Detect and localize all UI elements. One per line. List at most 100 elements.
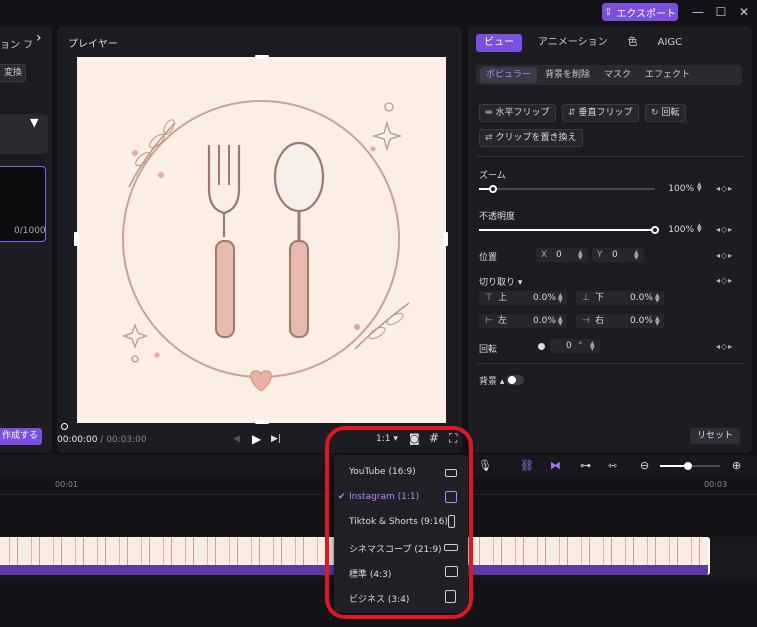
rotate-icon: ↻ xyxy=(651,108,659,118)
subtab-mask[interactable]: マスク xyxy=(598,67,637,83)
flip-horizontal-button[interactable]: ⇹ 水平フリップ xyxy=(479,104,556,122)
resize-handle-left[interactable] xyxy=(74,232,79,246)
opacity-label: 不透明度 xyxy=(479,212,516,222)
tick-label: 00:01 xyxy=(55,480,79,489)
crop-left-icon: ⊢ xyxy=(485,316,493,326)
opacity-slider[interactable] xyxy=(479,226,659,234)
chevron-right-icon[interactable]: › xyxy=(36,30,42,46)
fullscreen-icon[interactable]: ⛶ xyxy=(449,431,457,446)
subtab-remove-bg[interactable]: 背景を削除 xyxy=(539,67,596,83)
inspector-tabs: ビュー アニメーション 色 AIGC xyxy=(476,34,690,52)
crop-top-field[interactable]: ⊤ 上 0.0% ▲ ▼ xyxy=(479,291,567,305)
ratio-option-standard[interactable]: 標準 (4:3) xyxy=(334,560,468,585)
ratio-option-instagram[interactable]: ✔ Instagram (1:1) xyxy=(334,485,468,510)
magnet-icon[interactable]: ⧓ xyxy=(550,459,561,472)
minimize-icon[interactable]: — xyxy=(690,4,706,20)
player-panel: プレイヤー 00:00:00 / 00:03:00 ◀ ▶ ▶| 1:1 ▾ ◙… xyxy=(57,26,462,453)
export-label: エクスポート xyxy=(616,8,677,20)
rotation-dial-icon[interactable] xyxy=(538,343,545,350)
crop-label[interactable]: 切り取り ▾ xyxy=(479,275,522,288)
close-icon[interactable]: ✕ xyxy=(736,4,752,20)
play-icon[interactable]: ▶ xyxy=(252,432,261,446)
plate-illustration xyxy=(122,100,410,392)
inspector-subtabs: ポピュラー 背景を削除 マスク エフェクト xyxy=(476,65,742,85)
subtab-effect[interactable]: エフェクト xyxy=(639,67,696,83)
crop-right-field[interactable]: ⊣ 右 0.0% ▲ ▼ xyxy=(576,314,664,328)
subtab-popular[interactable]: ポピュラー xyxy=(480,67,538,83)
fit-timeline-icon[interactable]: ⇿ xyxy=(608,459,617,472)
resize-handle-right[interactable] xyxy=(443,232,448,246)
export-button[interactable]: ⇪ エクスポート xyxy=(602,3,678,21)
title-bar: ⇪ エクスポート — ☐ ✕ xyxy=(0,0,757,24)
opacity-value[interactable]: 100% xyxy=(658,223,694,237)
divider xyxy=(476,156,744,157)
aspect-ratio-button[interactable]: 1:1 ▾ xyxy=(376,434,398,444)
position-keyframe-icon[interactable]: ◂◇▸ xyxy=(716,251,733,260)
crop-keyframe-icon[interactable]: ◂◇▸ xyxy=(716,276,733,285)
opacity-slider-fill xyxy=(479,229,655,231)
position-y-field[interactable]: Y 0 ▲ ▼ xyxy=(592,248,644,262)
crop-bottom-field[interactable]: ⊥ 下 0.0% ▲ ▼ xyxy=(576,291,664,305)
flip-vertical-button[interactable]: ⇵ 垂直フリップ xyxy=(562,104,639,122)
timeline-zoom-knob[interactable] xyxy=(684,462,692,470)
cinemascope-icon xyxy=(444,544,458,551)
next-frame-icon[interactable]: ▶| xyxy=(271,434,281,444)
tab-view[interactable]: ビュー xyxy=(476,34,522,52)
business-icon xyxy=(445,590,456,603)
crop-left-field[interactable]: ⊢ 左 0.0% ▲ ▼ xyxy=(479,314,567,328)
rotation-label: 回転 xyxy=(479,345,498,355)
upload-icon: ⇪ xyxy=(603,6,613,18)
split-icon[interactable]: ⊶ xyxy=(580,459,591,472)
aspect-ratio-menu: YouTube (16:9) ✔ Instagram (1:1) Tiktok … xyxy=(334,455,468,613)
position-x-field[interactable]: X 0 ▲ ▼ xyxy=(536,248,588,262)
convert-button[interactable]: 変換 xyxy=(0,64,26,82)
crop-top-icon: ⊤ xyxy=(485,293,493,303)
link-icon[interactable]: ⛓ xyxy=(520,459,534,472)
caret-down-icon[interactable]: ▼ xyxy=(30,116,38,129)
time-readout: 00:00:00 / 00:03:00 xyxy=(57,435,147,445)
ratio-option-youtube[interactable]: YouTube (16:9) xyxy=(334,460,468,485)
create-button[interactable]: 作成する xyxy=(0,428,42,445)
opacity-keyframe-icon[interactable]: ◂◇▸ xyxy=(716,225,733,234)
zoom-stepper[interactable]: ▲ ▼ xyxy=(697,182,702,193)
tick-label: 00:03 xyxy=(704,480,728,489)
maximize-icon[interactable]: ☐ xyxy=(713,4,729,20)
resize-handle-top[interactable] xyxy=(255,55,269,59)
position-label: 位置 xyxy=(479,253,498,263)
timeline-zoom-slider[interactable] xyxy=(660,462,720,470)
scrubber-handle[interactable] xyxy=(61,423,68,430)
grid-icon[interactable]: # xyxy=(429,431,439,445)
left-panel-tabs[interactable]: ョン フ xyxy=(0,36,33,51)
ratio-option-tiktok[interactable]: Tiktok & Shorts (9:16) xyxy=(334,510,468,535)
portrait-icon xyxy=(448,515,455,528)
resize-handle-bottom[interactable] xyxy=(255,420,269,424)
preview-canvas[interactable] xyxy=(77,57,446,423)
player-title: プレイヤー xyxy=(68,39,118,50)
zoom-slider-knob[interactable] xyxy=(489,185,498,193)
rotation-keyframe-icon[interactable]: ◂◇▸ xyxy=(716,342,733,351)
left-dropdown[interactable] xyxy=(0,114,48,154)
opacity-stepper[interactable]: ▲ ▼ xyxy=(697,223,702,234)
tab-animation[interactable]: アニメーション xyxy=(530,34,616,52)
replace-clip-button[interactable]: ⇄ クリップを置き換え xyxy=(479,129,583,147)
fork-icon xyxy=(207,145,241,338)
zoom-out-icon[interactable]: ⊖ xyxy=(640,459,649,472)
ratio-option-business[interactable]: ビジネス (3:4) xyxy=(334,585,468,610)
prev-frame-icon[interactable]: ◀ xyxy=(233,434,240,444)
zoom-in-icon[interactable]: ⊕ xyxy=(732,459,741,472)
rotation-field[interactable]: 0 ° ▲ ▼ xyxy=(550,339,600,353)
background-toggle[interactable] xyxy=(506,375,524,385)
microphone-icon[interactable]: 🎙 xyxy=(478,459,492,472)
ratio-option-cinemascope[interactable]: シネマスコープ (21:9) xyxy=(334,535,468,560)
tab-color[interactable]: 色 xyxy=(620,34,646,52)
flip-horizontal-icon: ⇹ xyxy=(485,108,493,118)
tab-aigc[interactable]: AIGC xyxy=(650,34,691,52)
flip-vertical-icon: ⇵ xyxy=(568,108,576,118)
zoom-value[interactable]: 100% xyxy=(658,182,694,196)
zoom-keyframe-icon[interactable]: ◂◇▸ xyxy=(716,184,733,193)
reset-button[interactable]: リセット xyxy=(690,428,740,444)
camera-icon[interactable]: ◙ xyxy=(409,432,420,445)
inspector-panel: ビュー アニメーション 色 AIGC ポピュラー 背景を削除 マスク エフェクト… xyxy=(468,26,752,453)
rotate-button[interactable]: ↻ 回転 xyxy=(645,104,686,122)
zoom-slider[interactable] xyxy=(479,185,655,193)
